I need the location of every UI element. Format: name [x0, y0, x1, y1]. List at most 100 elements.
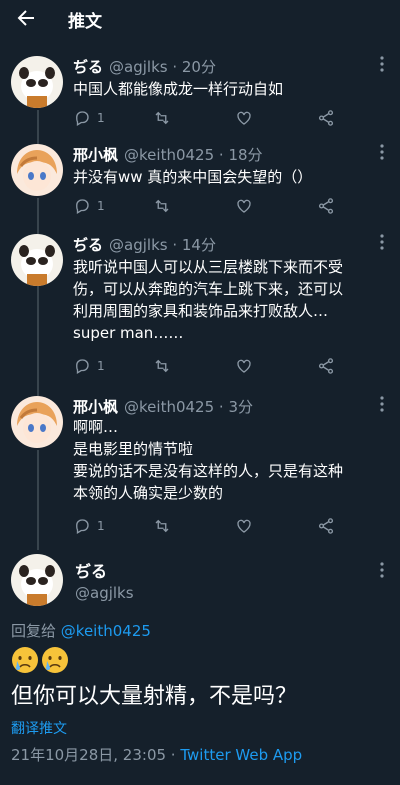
- handle[interactable]: @agjlks: [75, 584, 134, 602]
- tweet-line: 利用周围的家具和装饰品来打败敌人…: [73, 302, 329, 320]
- handle: @agjlks: [109, 58, 168, 76]
- display-name[interactable]: 邢小枫: [73, 144, 118, 165]
- tweet-line: super man……: [73, 324, 184, 342]
- retweet-icon: [155, 359, 169, 373]
- reply-icon: [76, 519, 89, 534]
- tweet-text: 啊啊… 是电影里的情节啦 要说的话不是没有这样的人，只是有这种 本领的人确实是少…: [73, 416, 391, 504]
- time: 14分: [181, 236, 216, 254]
- reply-icon: [76, 199, 89, 214]
- share-button[interactable]: [317, 516, 335, 536]
- reply-prefix: 回复给: [11, 622, 57, 640]
- time: 18分: [228, 146, 263, 164]
- thread-connector: [37, 450, 39, 550]
- heart-icon: [237, 519, 251, 533]
- tweet-text: 我听说中国人可以从三层楼跳下来而不受 伤，可以从奔跑的汽车上跳下来，还可以 利用…: [73, 256, 391, 344]
- tweet-line: 伤，可以从奔跑的汽车上跳下来，还可以: [73, 280, 344, 298]
- tweet-text: 中国人都能像成龙一样行动自如: [73, 78, 391, 100]
- tweet-line: 本领的人确实是少数的: [73, 484, 224, 502]
- crying-face-icon: [42, 647, 68, 673]
- share-button[interactable]: [317, 196, 335, 216]
- tweet-line: 是电影里的情节啦: [73, 440, 194, 458]
- tweet-line: 中国人都能像成龙一样行动自如: [73, 80, 284, 98]
- tweet-header: 邢小枫 @keith0425 · 3分: [73, 396, 253, 417]
- handle-and-time: @agjlks · 20分: [109, 58, 216, 76]
- like-button[interactable]: [235, 108, 253, 128]
- more-icon[interactable]: [374, 54, 390, 74]
- more-icon[interactable]: [374, 232, 390, 252]
- tweet-line: 要说的话不是没有这样的人，只是有这种: [73, 462, 344, 480]
- more-icon[interactable]: [374, 560, 390, 580]
- display-name[interactable]: ぢる: [75, 558, 107, 582]
- retweet-button[interactable]: [153, 516, 171, 536]
- reply-context: 回复给 @keith0425: [11, 620, 151, 641]
- tweet-actions: 1: [73, 108, 343, 128]
- tweet-header: ぢる @agjlks · 14分: [73, 234, 216, 255]
- tweet-line: 并没有ww 真的来中国会失望的（）: [73, 168, 313, 186]
- page-title: 推文: [68, 12, 102, 32]
- more-icon[interactable]: [374, 142, 390, 162]
- share-button[interactable]: [317, 356, 335, 376]
- more-icon[interactable]: [374, 394, 390, 414]
- emoji-row: [11, 646, 69, 674]
- like-button[interactable]: [235, 196, 253, 216]
- timestamp-text: 21年10月28日, 23:05 ·: [11, 746, 181, 764]
- avatar[interactable]: [11, 554, 63, 606]
- retweet-icon: [155, 111, 169, 125]
- display-name[interactable]: 邢小枫: [73, 396, 118, 417]
- time: 3分: [228, 398, 253, 416]
- source-link[interactable]: Twitter Web App: [180, 746, 302, 764]
- thread-connector: [37, 110, 39, 146]
- thread-connector: [37, 198, 39, 234]
- handle-and-time: @keith0425 · 18分: [124, 146, 263, 164]
- translate-link[interactable]: 翻译推文: [11, 718, 67, 738]
- tweet-header: ぢる @agjlks · 20分: [73, 56, 216, 77]
- retweet-icon: [155, 199, 169, 213]
- display-name[interactable]: ぢる: [73, 234, 103, 255]
- avatar[interactable]: [11, 56, 63, 108]
- avatar[interactable]: [11, 144, 63, 196]
- share-icon: [318, 358, 334, 374]
- retweet-button[interactable]: [153, 196, 171, 216]
- tweet-actions: 1: [73, 516, 343, 536]
- tweet-header: 邢小枫 @keith0425 · 18分: [73, 144, 263, 165]
- main-tweet-text: 但你可以大量射精，不是吗？: [11, 684, 298, 709]
- tweet-actions: 1: [73, 356, 343, 376]
- tweet-text: 并没有ww 真的来中国会失望的（）: [73, 166, 391, 188]
- tweet-line: 啊啊…: [73, 418, 119, 436]
- avatar[interactable]: [11, 234, 63, 286]
- crying-face-icon: [12, 647, 38, 673]
- reply-button[interactable]: 1: [73, 516, 105, 536]
- share-button[interactable]: [317, 108, 335, 128]
- reply-count: 1: [97, 111, 105, 125]
- handle: @keith0425: [124, 146, 215, 164]
- thread-connector: [37, 286, 39, 396]
- reply-count: 1: [97, 519, 105, 533]
- reply-count: 1: [97, 199, 105, 213]
- tweet-timestamp: 21年10月28日, 23:05 · Twitter Web App: [11, 744, 302, 765]
- reply-button[interactable]: 1: [73, 356, 105, 376]
- avatar[interactable]: [11, 396, 63, 448]
- handle-and-time: @keith0425 · 3分: [124, 398, 253, 416]
- reply-button[interactable]: 1: [73, 196, 105, 216]
- display-name[interactable]: ぢる: [73, 56, 103, 77]
- retweet-icon: [155, 519, 169, 533]
- handle-and-time: @agjlks · 14分: [109, 236, 216, 254]
- handle: @agjlks: [109, 236, 168, 254]
- like-button[interactable]: [235, 516, 253, 536]
- heart-icon: [237, 359, 251, 373]
- tweet-line: 我听说中国人可以从三层楼跳下来而不受: [73, 258, 344, 276]
- top-bar: 推文: [0, 0, 400, 36]
- reply-mention-link[interactable]: @keith0425: [61, 622, 151, 640]
- arrow-left-icon[interactable]: [14, 6, 38, 30]
- share-icon: [318, 518, 334, 534]
- reply-button[interactable]: 1: [73, 108, 105, 128]
- heart-icon: [237, 199, 251, 213]
- retweet-button[interactable]: [153, 356, 171, 376]
- share-icon: [318, 198, 334, 214]
- share-icon: [318, 110, 334, 126]
- retweet-button[interactable]: [153, 108, 171, 128]
- tweet-actions: 1: [73, 196, 343, 216]
- time: 20分: [181, 58, 216, 76]
- like-button[interactable]: [235, 356, 253, 376]
- heart-icon: [237, 111, 251, 125]
